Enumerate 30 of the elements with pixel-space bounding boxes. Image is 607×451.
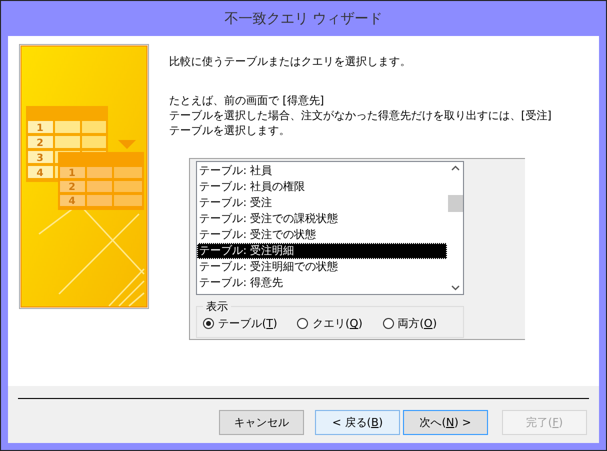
- radio-icon[interactable]: [297, 318, 308, 329]
- list-item[interactable]: テーブル: 受注明細: [197, 243, 447, 259]
- scroll-down-icon[interactable]: [450, 285, 460, 291]
- list-item[interactable]: テーブル: 社員: [197, 163, 447, 179]
- list-item[interactable]: テーブル: 受注明細での状態: [197, 259, 447, 275]
- dialog-button[interactable]: < 戻る(B): [315, 410, 400, 435]
- dialog-button[interactable]: 次へ(N) >: [403, 410, 488, 435]
- list-item[interactable]: テーブル: 受注: [197, 195, 447, 211]
- dialog-button[interactable]: キャンセル: [219, 410, 304, 435]
- scroll-up-icon[interactable]: [450, 165, 460, 171]
- example-text: テーブルを選択した場合、注文がなかった得意先だけを取り出すには、[受注]: [169, 108, 552, 123]
- example-text: テーブルを選択します。: [169, 123, 291, 138]
- radio-icon[interactable]: [203, 318, 214, 329]
- radio-label: 両方(O): [398, 316, 437, 331]
- radio-option[interactable]: 両方(O): [382, 316, 437, 331]
- radio-label: テーブル(T): [218, 316, 278, 331]
- example-text: たとえば、前の画面で [得意先]: [169, 93, 326, 108]
- tables-illustration: 1 2 3 4 1 2 4: [19, 44, 149, 309]
- list-item[interactable]: テーブル: 受注での課税状態: [197, 211, 447, 227]
- group-title: 表示: [205, 299, 229, 314]
- radio-option[interactable]: クエリ(Q): [297, 316, 363, 331]
- radio-icon[interactable]: [382, 318, 394, 329]
- list-item[interactable]: テーブル: 受注での状態: [197, 227, 447, 243]
- radio-option[interactable]: テーブル(T): [203, 316, 278, 331]
- instruction-text: 比較に使うテーブルまたはクエリを選択します。: [169, 54, 412, 69]
- scroll-thumb[interactable]: [448, 194, 462, 212]
- list-item[interactable]: テーブル: 社員の権限: [197, 179, 447, 195]
- radio-label: クエリ(Q): [312, 316, 363, 331]
- window-title: 不一致クエリ ウィザード: [223, 10, 384, 28]
- list-item[interactable]: テーブル: 得意先: [197, 275, 447, 291]
